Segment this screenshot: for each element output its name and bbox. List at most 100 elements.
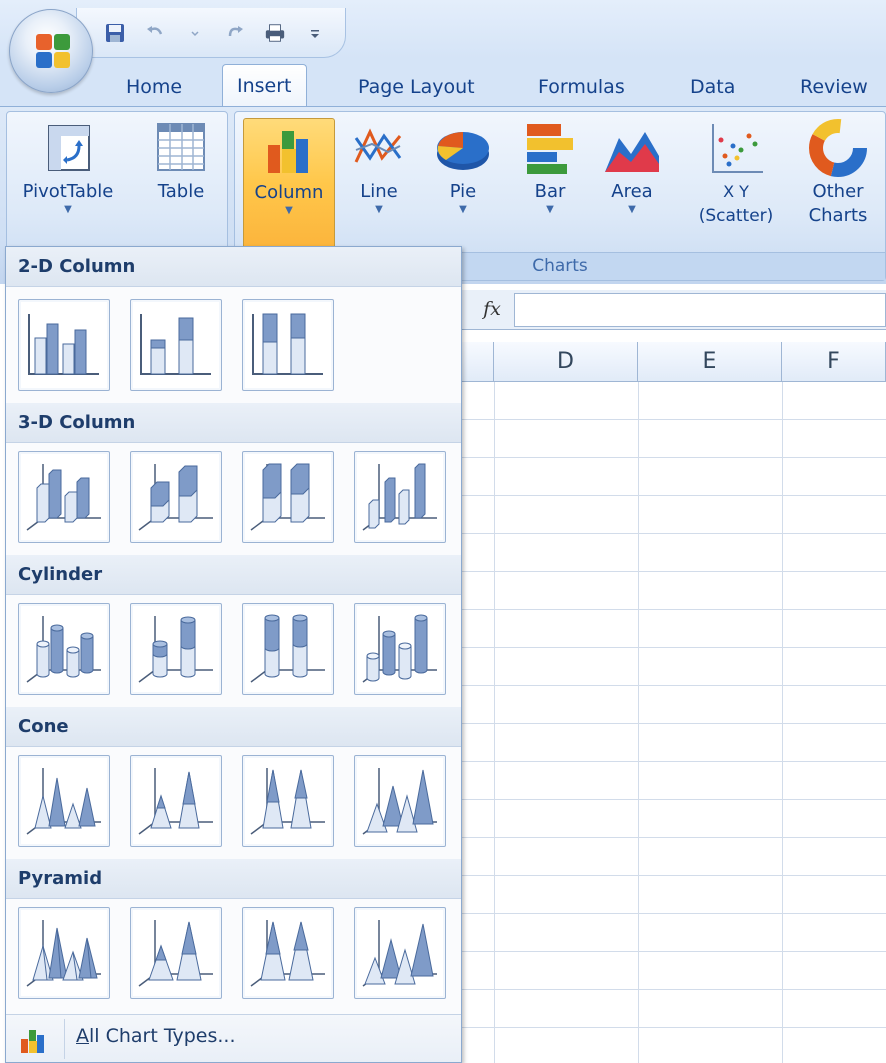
stacked-cylinder-option[interactable] bbox=[130, 603, 222, 695]
footer-separator bbox=[64, 1019, 65, 1059]
chevron-down-icon: ▼ bbox=[459, 204, 467, 215]
tab-page-layout[interactable]: Page Layout bbox=[344, 72, 489, 106]
clustered-column-icon bbox=[28, 314, 99, 375]
3d-cone-option[interactable] bbox=[354, 755, 446, 847]
column-chart-gallery: 2-D Column 3-D Column Cylinder Cone Pyra… bbox=[5, 246, 462, 1063]
3d-cone-icon bbox=[362, 768, 437, 835]
chevron-down-icon: ▼ bbox=[546, 204, 554, 215]
other-label-2: Charts bbox=[808, 205, 868, 226]
clustered-cylinder-icon bbox=[26, 616, 101, 683]
worksheet-grid[interactable] bbox=[460, 382, 886, 1063]
bar-label: Bar bbox=[534, 181, 566, 202]
3d-column-option[interactable] bbox=[354, 451, 446, 543]
chevron-down-icon[interactable] bbox=[184, 22, 206, 44]
customize-toolbar-icon[interactable] bbox=[304, 22, 326, 44]
tab-data[interactable]: Data bbox=[676, 72, 749, 106]
bar-chart-icon bbox=[527, 124, 573, 174]
chevron-down-icon: ▼ bbox=[375, 204, 383, 215]
3d-cylinder-option[interactable] bbox=[354, 603, 446, 695]
table-icon bbox=[157, 123, 205, 171]
stacked-column-option[interactable] bbox=[130, 299, 222, 391]
quick-access-toolbar bbox=[0, 0, 886, 58]
formula-input[interactable] bbox=[514, 293, 886, 327]
column-header-blank[interactable] bbox=[460, 342, 494, 382]
3d-clustered-column-icon bbox=[26, 464, 101, 531]
section-cylinder: Cylinder bbox=[6, 555, 461, 595]
pivot-table-label: PivotTable bbox=[22, 181, 114, 202]
other-label: Other bbox=[812, 181, 864, 202]
stacked-pyramid-option[interactable] bbox=[130, 907, 222, 999]
scatter-chart-button[interactable]: X Y (Scatter) bbox=[687, 118, 785, 228]
column-chart-button[interactable]: Column ▼ bbox=[243, 118, 335, 250]
pivot-table-button[interactable]: PivotTable ▼ bbox=[13, 118, 123, 216]
section-cone: Cone bbox=[6, 707, 461, 747]
column-header-d[interactable]: D bbox=[494, 342, 638, 382]
stacked-cone-icon bbox=[138, 768, 213, 835]
other-charts-icon bbox=[809, 119, 867, 177]
100-stacked-pyramid-option[interactable] bbox=[242, 907, 334, 999]
print-icon[interactable] bbox=[264, 22, 286, 44]
column-header-f[interactable]: F bbox=[782, 342, 886, 382]
redo-icon[interactable] bbox=[224, 22, 246, 44]
stacked-cone-option[interactable] bbox=[130, 755, 222, 847]
pie-label: Pie bbox=[449, 181, 477, 202]
3d-stacked-column-option[interactable] bbox=[130, 451, 222, 543]
tab-home[interactable]: Home bbox=[112, 72, 196, 106]
chevron-down-icon: ▼ bbox=[628, 204, 636, 215]
100-stacked-cone-icon bbox=[250, 768, 325, 835]
line-label: Line bbox=[360, 181, 398, 202]
stacked-pyramid-icon bbox=[138, 920, 213, 987]
clustered-column-option[interactable] bbox=[18, 299, 110, 391]
clustered-pyramid-option[interactable] bbox=[18, 907, 110, 999]
clustered-cone-icon bbox=[26, 768, 101, 835]
3d-column-icon bbox=[362, 463, 437, 531]
line-chart-icon bbox=[354, 128, 402, 163]
tab-formulas[interactable]: Formulas bbox=[524, 72, 639, 106]
section-3d-column: 3-D Column bbox=[6, 403, 461, 443]
area-chart-button[interactable]: Area ▼ bbox=[597, 118, 667, 216]
chevron-down-icon: ▼ bbox=[64, 204, 72, 215]
other-charts-button[interactable]: Other Charts bbox=[793, 118, 883, 228]
table-button[interactable]: Table bbox=[141, 118, 221, 204]
scatter-label: X Y bbox=[723, 182, 749, 201]
table-label: Table bbox=[157, 181, 205, 202]
column-header-e[interactable]: E bbox=[638, 342, 782, 382]
clustered-cone-option[interactable] bbox=[18, 755, 110, 847]
100-stacked-cone-option[interactable] bbox=[242, 755, 334, 847]
tab-review[interactable]: Review bbox=[786, 72, 882, 106]
pie-chart-button[interactable]: Pie ▼ bbox=[431, 118, 495, 216]
100-stacked-column-icon bbox=[252, 313, 323, 375]
clustered-pyramid-icon bbox=[26, 920, 101, 987]
chevron-down-icon: ▼ bbox=[285, 205, 293, 216]
undo-icon[interactable] bbox=[144, 22, 166, 44]
all-chart-types-label: All Chart Types... bbox=[76, 1025, 236, 1047]
bar-chart-button[interactable]: Bar ▼ bbox=[515, 118, 585, 216]
100-stacked-column-option[interactable] bbox=[242, 299, 334, 391]
tab-insert[interactable]: Insert bbox=[222, 64, 307, 108]
scatter-chart-icon bbox=[712, 124, 763, 173]
column-label: Column bbox=[254, 182, 324, 203]
clustered-cylinder-option[interactable] bbox=[18, 603, 110, 695]
column-chart-icon bbox=[21, 1030, 44, 1053]
insert-function-button[interactable]: fx bbox=[474, 293, 510, 327]
3d-clustered-column-option[interactable] bbox=[18, 451, 110, 543]
line-chart-button[interactable]: Line ▼ bbox=[347, 118, 411, 216]
100-stacked-pyramid-icon bbox=[250, 920, 325, 987]
office-logo-icon bbox=[36, 34, 70, 68]
scatter-label-2: (Scatter) bbox=[698, 206, 774, 226]
stacked-cylinder-icon bbox=[138, 616, 213, 683]
3d-stacked-column-icon bbox=[138, 464, 213, 531]
stacked-column-icon bbox=[140, 314, 211, 375]
3d-pyramid-icon bbox=[362, 920, 437, 987]
100-stacked-cylinder-icon bbox=[250, 614, 325, 683]
100-stacked-cylinder-option[interactable] bbox=[242, 603, 334, 695]
3d-100-stacked-column-icon bbox=[250, 463, 325, 531]
office-button[interactable] bbox=[9, 9, 93, 93]
3d-pyramid-option[interactable] bbox=[354, 907, 446, 999]
all-chart-types-button[interactable]: All Chart Types... bbox=[6, 1014, 461, 1062]
ribbon-tabs: Home Insert Page Layout Formulas Data Re… bbox=[0, 58, 886, 108]
area-chart-icon bbox=[605, 132, 659, 172]
pivot-table-icon bbox=[48, 125, 90, 171]
save-icon[interactable] bbox=[104, 22, 126, 44]
3d-100-stacked-column-option[interactable] bbox=[242, 451, 334, 543]
